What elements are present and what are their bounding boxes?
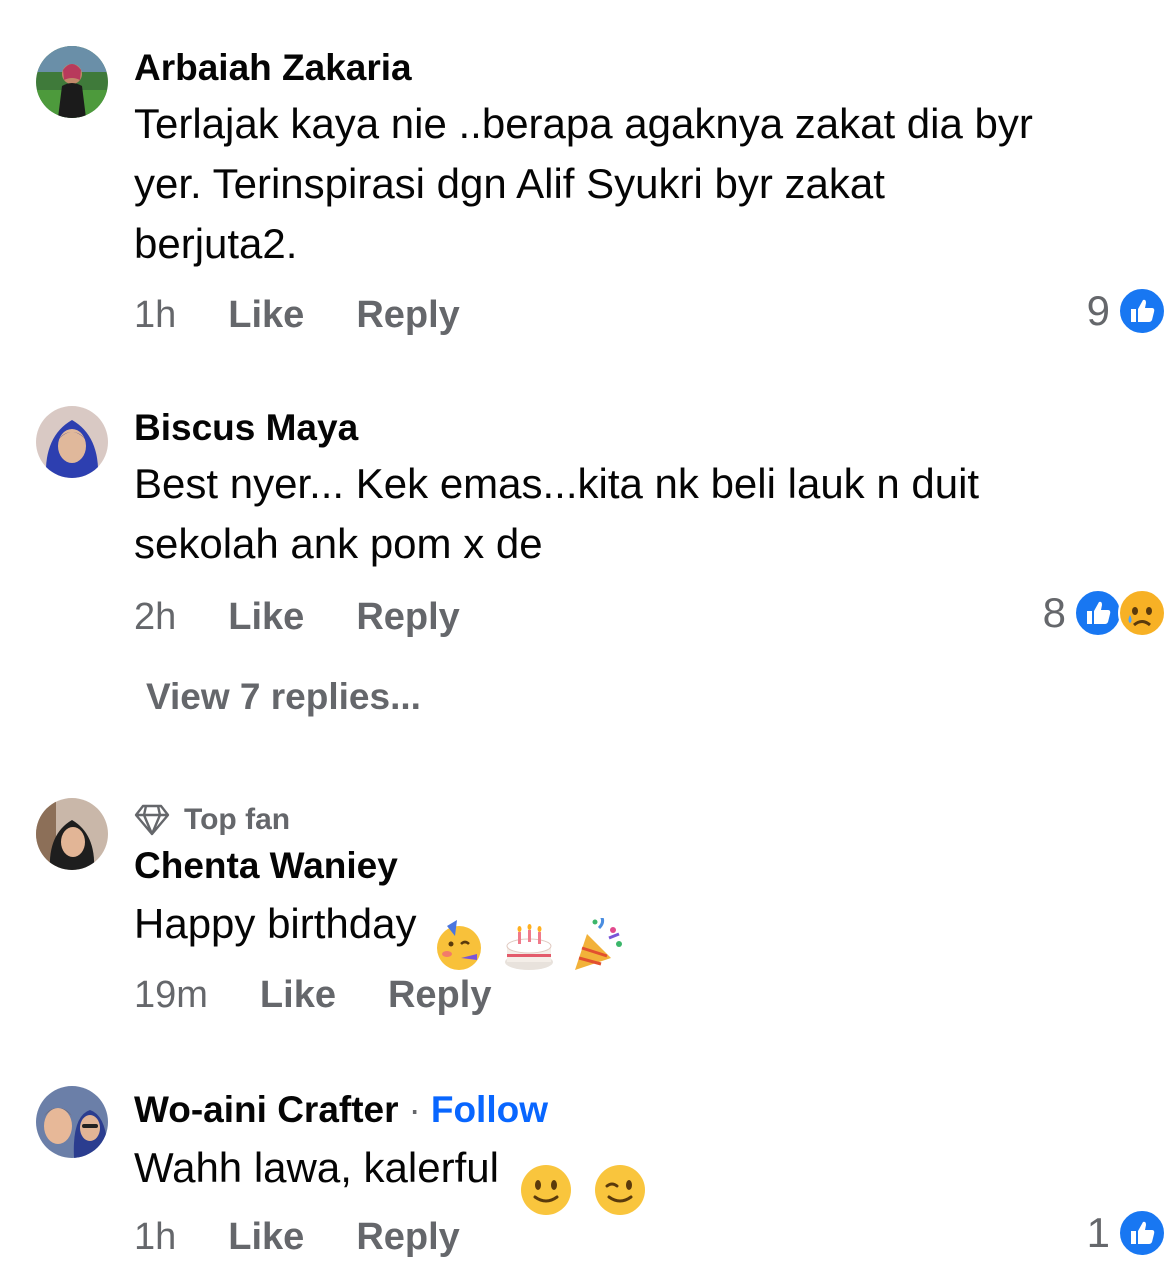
reply-button[interactable]: Reply bbox=[388, 974, 491, 1017]
avatar[interactable] bbox=[36, 1086, 108, 1158]
reactions-summary[interactable]: 8 bbox=[1043, 588, 1166, 638]
avatar[interactable] bbox=[36, 798, 108, 870]
comment-actions: 2h Like Reply bbox=[134, 592, 512, 642]
avatar[interactable] bbox=[36, 46, 108, 118]
like-icon bbox=[1074, 589, 1122, 637]
comment-author[interactable]: Arbaiah Zakaria bbox=[134, 46, 1150, 90]
top-fan-label: Top fan bbox=[184, 803, 291, 836]
top-fan-badge: Top fan bbox=[134, 800, 1150, 840]
like-button[interactable]: Like bbox=[228, 1216, 304, 1259]
like-icon bbox=[1118, 287, 1166, 335]
comment-time[interactable]: 2h bbox=[134, 596, 176, 639]
comment-time[interactable]: 1h bbox=[134, 1216, 176, 1259]
view-replies-link[interactable]: View 7 replies... bbox=[146, 676, 421, 718]
separator-dot: · bbox=[408, 1089, 421, 1130]
comment-author[interactable]: Chenta Waniey bbox=[134, 844, 1150, 888]
comment-time[interactable]: 1h bbox=[134, 294, 176, 337]
comment-text-content: Happy birthday bbox=[134, 900, 417, 947]
reactions-summary[interactable]: 1 bbox=[1087, 1208, 1166, 1258]
comment-author[interactable]: Biscus Maya bbox=[134, 406, 1150, 450]
reply-button[interactable]: Reply bbox=[356, 596, 459, 639]
comment-text: Happy birthday bbox=[134, 892, 1150, 970]
reactions-summary[interactable]: 9 bbox=[1087, 286, 1166, 336]
diamond-icon bbox=[134, 804, 170, 836]
comment-text: Best nyer... Kek emas...kita nk beli lau… bbox=[134, 460, 980, 567]
comment-actions: 1h Like Reply bbox=[134, 290, 512, 340]
like-button[interactable]: Like bbox=[260, 974, 336, 1017]
reply-button[interactable]: Reply bbox=[356, 294, 459, 337]
comment-text-content: Wahh lawa, kalerful bbox=[134, 1144, 499, 1191]
like-button[interactable]: Like bbox=[228, 596, 304, 639]
comment-text: Wahh lawa, kalerful bbox=[134, 1136, 1150, 1215]
winking-face-emoji bbox=[593, 1103, 647, 1233]
reaction-count: 1 bbox=[1086, 1209, 1110, 1256]
like-icon bbox=[1118, 1209, 1166, 1257]
party-popper-emoji bbox=[571, 858, 627, 990]
comment-text: Terlajak kaya nie ..berapa agaknya zakat… bbox=[134, 100, 1033, 267]
reply-button[interactable]: Reply bbox=[356, 1216, 459, 1259]
reaction-count: 9 bbox=[1086, 287, 1110, 334]
reaction-count: 8 bbox=[1042, 589, 1066, 636]
comment-actions: 1h Like Reply bbox=[134, 1212, 512, 1262]
sad-icon bbox=[1118, 589, 1166, 637]
slightly-smiling-face-emoji bbox=[519, 1103, 573, 1233]
avatar[interactable] bbox=[36, 406, 108, 478]
comment-time[interactable]: 19m bbox=[134, 974, 208, 1017]
comment-author[interactable]: Wo-aini Crafter bbox=[134, 1089, 399, 1130]
comment-actions: 19m Like Reply bbox=[134, 970, 543, 1020]
like-button[interactable]: Like bbox=[228, 294, 304, 337]
